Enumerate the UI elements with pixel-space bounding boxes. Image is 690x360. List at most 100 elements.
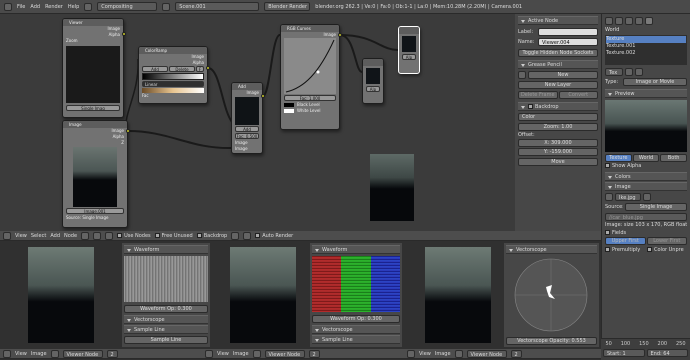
free-unused-checkbox[interactable]	[154, 232, 160, 238]
footer-menu-image[interactable]: Image	[435, 351, 451, 357]
sample-line-header-2[interactable]: Sample Line	[312, 335, 400, 344]
waveform-header-1[interactable]: Waveform	[124, 245, 208, 254]
close-icon[interactable]	[635, 68, 643, 76]
node-editor[interactable]: Viewer Image Alpha Zoom Single Imag Colo…	[0, 14, 515, 231]
upper-first-button[interactable]: Upper First	[605, 237, 646, 245]
image-source-select[interactable]: Single Image	[625, 203, 687, 211]
texture-slot[interactable]: Texture.001	[606, 43, 686, 50]
scene-icon[interactable]	[162, 2, 171, 11]
slot-field[interactable]: 2	[308, 349, 320, 358]
image-view-2[interactable]	[230, 247, 296, 343]
rgb-curves-node[interactable]: RGB Curves Image Fac: 1.000 Black Level …	[280, 24, 340, 130]
colorramp-interpolation-select[interactable]: Linear	[142, 81, 204, 87]
free-unused-toggle[interactable]: Free Unused	[154, 232, 193, 239]
world-tab-icon[interactable]	[635, 17, 643, 25]
waveform-scope-1[interactable]	[124, 256, 208, 302]
grease-pencil-header[interactable]: Grease Pencil	[518, 60, 598, 69]
colors-header[interactable]: Colors	[605, 172, 687, 181]
slot-field[interactable]: 2	[510, 349, 522, 358]
backdrop-toggle[interactable]: Backdrop	[196, 232, 227, 239]
colorramp-output-socket[interactable]	[206, 66, 210, 70]
viewer-node-field[interactable]: Viewer Node	[466, 349, 507, 358]
waveform-header-2[interactable]: Waveform	[312, 245, 400, 254]
rgb-white-level[interactable]: White Level	[281, 108, 339, 114]
viewer-004-field[interactable]: Alp	[402, 54, 416, 60]
sample-line-button[interactable]: Sample Line	[124, 336, 208, 344]
fields-toggle[interactable]: Fields	[605, 229, 687, 237]
waveform-scope-parade[interactable]	[312, 256, 400, 312]
image-name-field[interactable]: Ike.jpg	[615, 193, 641, 201]
viewer-004-node[interactable]: Alp	[398, 26, 420, 74]
texture-type-select[interactable]: Image or Movie	[623, 78, 687, 86]
offset-y-field[interactable]: Y: -159.000	[518, 148, 598, 156]
menu-add[interactable]: Add	[50, 233, 60, 239]
alpha-icon[interactable]	[243, 231, 252, 240]
delete-frame-button[interactable]: Delete Frame	[518, 91, 558, 99]
texture-tree-icon[interactable]	[105, 231, 114, 240]
image-path-field[interactable]: //car_blue.jpg	[605, 213, 687, 221]
timeline-editor[interactable]: 50 100 150 200 250 Start: 1 End: 64	[601, 338, 690, 360]
image-browse-icon[interactable]	[454, 349, 463, 358]
backdrop-checkbox[interactable]	[528, 104, 533, 109]
preview-tab-both[interactable]: Both	[660, 154, 688, 162]
screen-layout-icon[interactable]	[84, 2, 93, 11]
mix-fac-field[interactable]: Fac: 0.500	[235, 133, 259, 139]
scene-selector[interactable]: Scene.001	[175, 2, 260, 11]
toggle-hidden-sockets-button[interactable]: Toggle Hidden Node Sockets	[518, 49, 598, 57]
menu-render[interactable]: Render	[45, 4, 63, 10]
backdrop-zoom-field[interactable]: Zoom: 1.00	[518, 123, 598, 131]
colorramp-delete-button[interactable]: Delete	[169, 66, 195, 72]
backdrop-channel-select[interactable]: Color	[518, 113, 598, 121]
scene-tab-icon[interactable]	[625, 17, 633, 25]
label-field[interactable]	[538, 28, 598, 36]
menu-add[interactable]: Add	[30, 4, 40, 10]
colorramp-gradient[interactable]	[142, 73, 204, 80]
small-viewer-field[interactable]: Alp	[366, 86, 380, 92]
texture-name-field[interactable]: Tex	[605, 68, 623, 76]
menu-file[interactable]: File	[17, 4, 25, 10]
compositing-tree-icon[interactable]	[93, 231, 102, 240]
backdrop-header[interactable]: Backdrop	[518, 102, 598, 111]
image-browse-icon[interactable]	[605, 193, 613, 201]
lower-first-button[interactable]: Lower First	[646, 237, 687, 245]
premultiply-toggle[interactable]: Premultiply	[605, 246, 645, 254]
move-button[interactable]: Move	[518, 158, 598, 166]
preview-tab-world[interactable]: World	[632, 154, 660, 162]
waveform-opacity-field-2[interactable]: Waveform Op: 0.300	[312, 315, 400, 323]
color-unpremultiply-checkbox[interactable]	[647, 247, 652, 252]
slot-field[interactable]: 2	[106, 349, 118, 358]
properties-editor-icon[interactable]	[605, 17, 613, 25]
end-frame-field[interactable]: End: 64	[646, 349, 688, 357]
vectorscope-header-1[interactable]: Vectorscope	[124, 315, 208, 324]
render-tab-icon[interactable]	[615, 17, 623, 25]
viewer-node[interactable]: Viewer Image Alpha Zoom Single Imag	[62, 18, 124, 118]
screen-selector[interactable]: Compositing	[97, 2, 158, 11]
color-unpremultiply-toggle[interactable]: Color Unpre	[647, 246, 687, 254]
image-view-1[interactable]	[28, 247, 94, 343]
colorramp-flip-button[interactable]: F	[196, 66, 204, 72]
use-nodes-toggle[interactable]: Use Nodes	[117, 232, 151, 239]
auto-render-toggle[interactable]: Auto Render	[255, 232, 293, 239]
image-view-3[interactable]	[425, 247, 491, 343]
convert-button[interactable]: Convert	[558, 91, 598, 99]
vectorscope-opacity-field[interactable]: Vectorscope Opacity: 0.553	[506, 337, 597, 345]
image-browse-icon[interactable]	[50, 349, 59, 358]
rgb-output-socket[interactable]	[338, 33, 342, 37]
rgb-fac-field[interactable]: Fac: 1.000	[284, 95, 336, 101]
render-engine-selector[interactable]: Blender Render	[264, 2, 311, 11]
mix-output-socket[interactable]	[261, 94, 265, 98]
menu-node[interactable]: Node	[64, 233, 77, 239]
channel-icon[interactable]	[231, 231, 240, 240]
viewer-input-socket[interactable]	[122, 32, 126, 36]
offset-x-field[interactable]: X: 309.000	[518, 139, 598, 147]
mix-add-node[interactable]: Add Image Add Fac: 0.500 Image Image	[231, 82, 263, 154]
menu-view[interactable]: View	[15, 233, 27, 239]
footer-menu-image[interactable]: Image	[233, 351, 249, 357]
small-viewer-node[interactable]: Alp	[362, 58, 384, 104]
image-file-field[interactable]: Image.001	[66, 208, 124, 214]
info-icon[interactable]	[4, 2, 12, 11]
vectorscope-header-3[interactable]: Vectorscope	[506, 245, 597, 254]
editor-type-icon[interactable]	[3, 231, 11, 240]
footer-menu-view[interactable]: View	[419, 351, 431, 357]
backdrop-checkbox-header[interactable]	[196, 232, 202, 238]
